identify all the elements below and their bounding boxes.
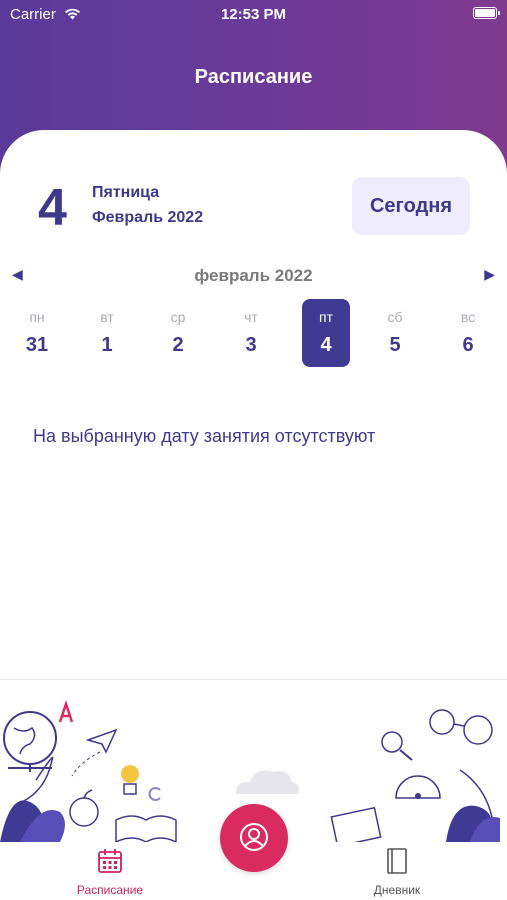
next-month-icon[interactable]: ▶: [484, 266, 495, 283]
notebook-icon: [387, 848, 407, 874]
tab-schedule-label: Расписание: [76, 883, 144, 897]
page-title: Расписание: [194, 66, 313, 88]
status-time: 12:53 PM: [220, 6, 287, 23]
tab-diary-label: Дневник: [373, 883, 421, 897]
day-number: 1: [101, 334, 113, 356]
calendar-icon: [98, 849, 122, 873]
calendar-day[interactable]: вт 1: [83, 299, 131, 367]
calendar-day[interactable]: сб 5: [371, 299, 419, 367]
calendar-day[interactable]: вс 6: [444, 299, 492, 367]
status-bar: Carrier 12:53 PM: [0, 0, 507, 28]
day-name: пт: [319, 309, 333, 325]
calendar-day-selected[interactable]: пт 4: [302, 299, 350, 367]
calendar-day[interactable]: ср 2: [154, 299, 202, 367]
day-name: сб: [387, 309, 403, 325]
selected-weekday: Пятница: [92, 184, 160, 201]
day-number: 6: [462, 334, 474, 356]
day-number: 3: [245, 334, 257, 356]
day-name: пн: [29, 309, 45, 325]
calendar-month-label: февраль 2022: [194, 266, 313, 285]
day-name: чт: [244, 309, 258, 325]
day-number: 2: [172, 334, 184, 356]
divider: [0, 679, 507, 680]
day-number: 5: [389, 334, 401, 356]
day-name: ср: [170, 309, 186, 325]
calendar-day[interactable]: пн 31: [13, 299, 61, 367]
day-number: 4: [320, 334, 332, 356]
calendar-day[interactable]: чт 3: [227, 299, 275, 367]
selected-month-year: Февраль 2022: [92, 209, 204, 226]
user-circle-icon: [240, 822, 268, 851]
day-name: вс: [460, 309, 476, 325]
selected-day-number: 4: [38, 179, 67, 237]
battery-icon: [473, 7, 500, 19]
empty-schedule-message: На выбранную дату занятия отсутствуют: [33, 426, 376, 446]
today-button[interactable]: Сегодня: [352, 177, 470, 235]
tab-diary[interactable]: Дневник: [327, 848, 467, 897]
day-number: 31: [25, 334, 49, 356]
day-name: вт: [100, 309, 114, 325]
profile-button[interactable]: [220, 804, 288, 872]
tab-schedule[interactable]: Расписание: [40, 848, 180, 897]
